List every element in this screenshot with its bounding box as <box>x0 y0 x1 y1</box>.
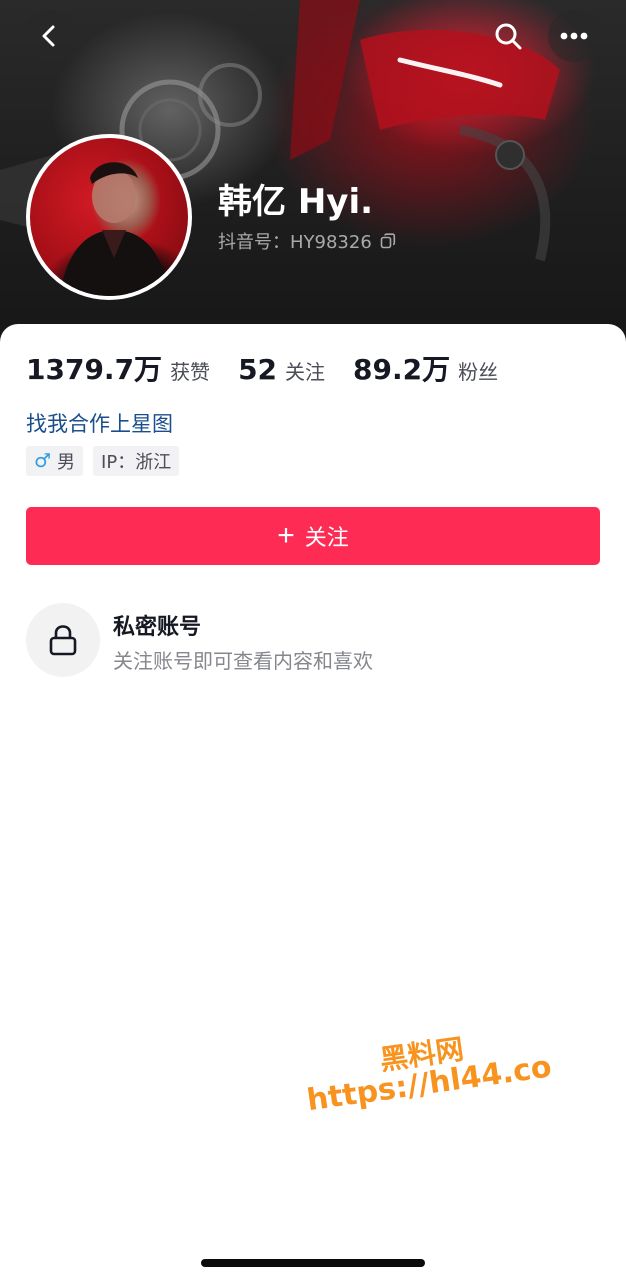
more-button[interactable] <box>548 10 600 62</box>
stat-following[interactable]: 52 关注 <box>238 353 325 386</box>
ip-label: IP：浙江 <box>101 452 172 473</box>
star-map-link[interactable]: 找我合作上星图 <box>26 408 173 438</box>
gender-tag: ♂ 男 <box>26 446 84 476</box>
chevron-left-icon <box>42 25 55 47</box>
stat-following-label: 关注 <box>285 360 326 384</box>
douyin-id[interactable]: 抖音号：HY98326 <box>218 228 396 254</box>
avatar[interactable] <box>26 134 192 300</box>
back-button[interactable] <box>24 10 76 62</box>
private-account-description: 关注账号即可查看内容和喜欢 <box>113 649 373 673</box>
search-icon <box>495 23 522 50</box>
stat-likes: 1379.7万 获赞 <box>26 348 210 388</box>
stat-likes-value: 1379.7万 <box>26 353 163 386</box>
stat-following-value: 52 <box>238 353 278 386</box>
more-dots-icon <box>560 32 588 40</box>
copy-icon[interactable] <box>380 233 396 249</box>
stat-likes-label: 获赞 <box>170 360 211 384</box>
follow-button[interactable]: + 关注 <box>26 507 600 565</box>
search-button[interactable] <box>482 10 534 62</box>
male-icon: ♂ <box>34 450 52 472</box>
ip-tag: IP：浙江 <box>93 446 180 476</box>
follow-button-label: 关注 <box>304 525 349 550</box>
stat-followers[interactable]: 89.2万 粉丝 <box>353 348 498 388</box>
profile-stats: 1379.7万 获赞 52 关注 89.2万 粉丝 <box>26 348 526 388</box>
private-account-notice: 私密账号 关注账号即可查看内容和喜欢 <box>26 603 600 679</box>
home-indicator[interactable] <box>201 1259 425 1267</box>
profile-tags: ♂ 男 IP：浙江 <box>26 446 189 476</box>
lock-badge <box>26 603 100 677</box>
plus-icon: + <box>277 519 295 552</box>
douyin-id-text: 抖音号：HY98326 <box>218 232 372 253</box>
avatar-photo <box>60 162 170 296</box>
profile-name: 韩亿 Hyi. <box>218 182 374 222</box>
lock-icon <box>49 625 77 656</box>
stat-followers-value: 89.2万 <box>353 353 451 386</box>
stat-followers-label: 粉丝 <box>458 360 499 384</box>
private-account-title: 私密账号 <box>113 615 202 640</box>
gender-label: 男 <box>57 452 76 473</box>
profile-cover: 韩亿 Hyi. 抖音号：HY98326 <box>0 0 626 360</box>
